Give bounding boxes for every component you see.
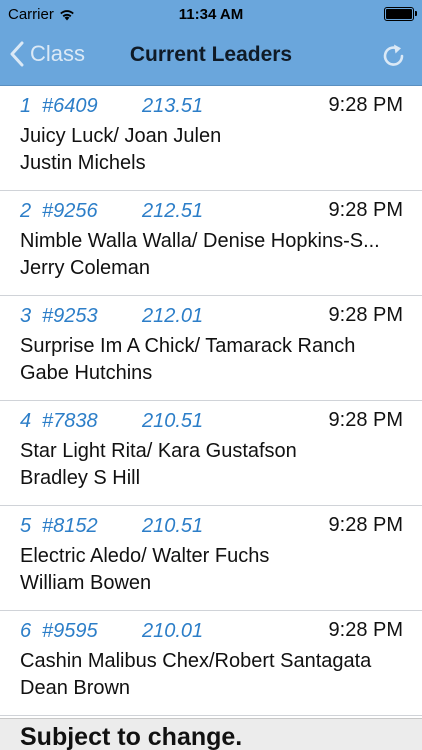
leader-rider: William Bowen — [20, 572, 152, 594]
leader-place: 2 — [20, 200, 32, 222]
leader-horse-owner: Surprise Im A Chick/ Tamarack Ranch — [20, 335, 356, 357]
leader-entry-number: #9595 — [42, 620, 98, 642]
leader-entry-number: #9256 — [42, 200, 98, 222]
leader-row[interactable]: 5 #8152 210.51 9:28 PM Electric Aledo/ W… — [0, 506, 422, 611]
status-time: 11:34 AM — [178, 6, 244, 23]
back-button[interactable]: Class — [10, 41, 85, 67]
leader-score: 210.51 — [142, 515, 204, 537]
leader-score: 210.51 — [142, 410, 204, 432]
leader-row[interactable]: 3 #9253 212.01 9:28 PM Surprise Im A Chi… — [0, 296, 422, 401]
leader-entry-number: #8152 — [42, 515, 98, 537]
leader-time: 9:28 PM — [328, 304, 403, 326]
leader-rider: Jerry Coleman — [20, 257, 151, 279]
leader-horse-owner: Electric Aledo/ Walter Fuchs — [20, 545, 270, 567]
leader-horse-owner: Star Light Rita/ Kara Gustafson — [20, 440, 297, 462]
leader-time: 9:28 PM — [328, 619, 403, 641]
leader-place: 5 — [20, 515, 32, 537]
leader-row[interactable]: 2 #9256 212.51 9:28 PM Nimble Walla Wall… — [0, 191, 422, 296]
leader-entry-number: #9253 — [42, 305, 98, 327]
leader-horse-owner: Juicy Luck/ Joan Julen — [20, 125, 222, 147]
leader-place: 3 — [20, 305, 32, 327]
leader-entry-number: #7838 — [42, 410, 98, 432]
leader-rider: Gabe Hutchins — [20, 362, 153, 384]
leader-score: 210.01 — [142, 620, 204, 642]
leader-horse-owner: Nimble Walla Walla/ Denise Hopkins-S... — [20, 230, 380, 252]
leader-time: 9:28 PM — [328, 94, 403, 116]
leader-score: 212.51 — [142, 200, 204, 222]
footer-notice: Subject to change. — [0, 718, 422, 750]
leader-rider: Dean Brown — [20, 677, 131, 699]
leader-time: 9:28 PM — [328, 409, 403, 431]
leader-time: 9:28 PM — [328, 514, 403, 536]
navigation-bar: Class Current Leaders — [0, 28, 422, 86]
back-button-label: Class — [30, 41, 86, 66]
leader-place: 6 — [20, 620, 32, 642]
leader-score: 212.01 — [142, 305, 204, 327]
leaders-list[interactable]: 1 #6409 213.51 9:28 PM Juicy Luck/ Joan … — [0, 86, 422, 718]
leader-place: 1 — [20, 95, 32, 117]
chevron-left-icon — [10, 41, 24, 67]
status-bar: Carrier 11:34 AM — [0, 0, 422, 28]
leader-row[interactable]: 4 #7838 210.51 9:28 PM Star Light Rita/ … — [0, 401, 422, 506]
refresh-icon[interactable] — [380, 42, 408, 70]
leader-score: 213.51 — [142, 95, 204, 117]
leader-time: 9:28 PM — [328, 199, 403, 221]
leader-entry-number: #6409 — [42, 95, 98, 117]
leader-rider: Justin Michels — [20, 152, 146, 174]
leader-row[interactable]: 1 #6409 213.51 9:28 PM Juicy Luck/ Joan … — [0, 86, 422, 191]
leader-row[interactable]: 6 #9595 210.01 9:28 PM Cashin Malibus Ch… — [0, 611, 422, 716]
battery-icon — [384, 7, 417, 21]
leader-horse-owner: Cashin Malibus Chex/Robert Santagata — [20, 650, 372, 672]
leader-place: 4 — [20, 410, 32, 432]
leader-rider: Bradley S Hill — [20, 467, 141, 489]
